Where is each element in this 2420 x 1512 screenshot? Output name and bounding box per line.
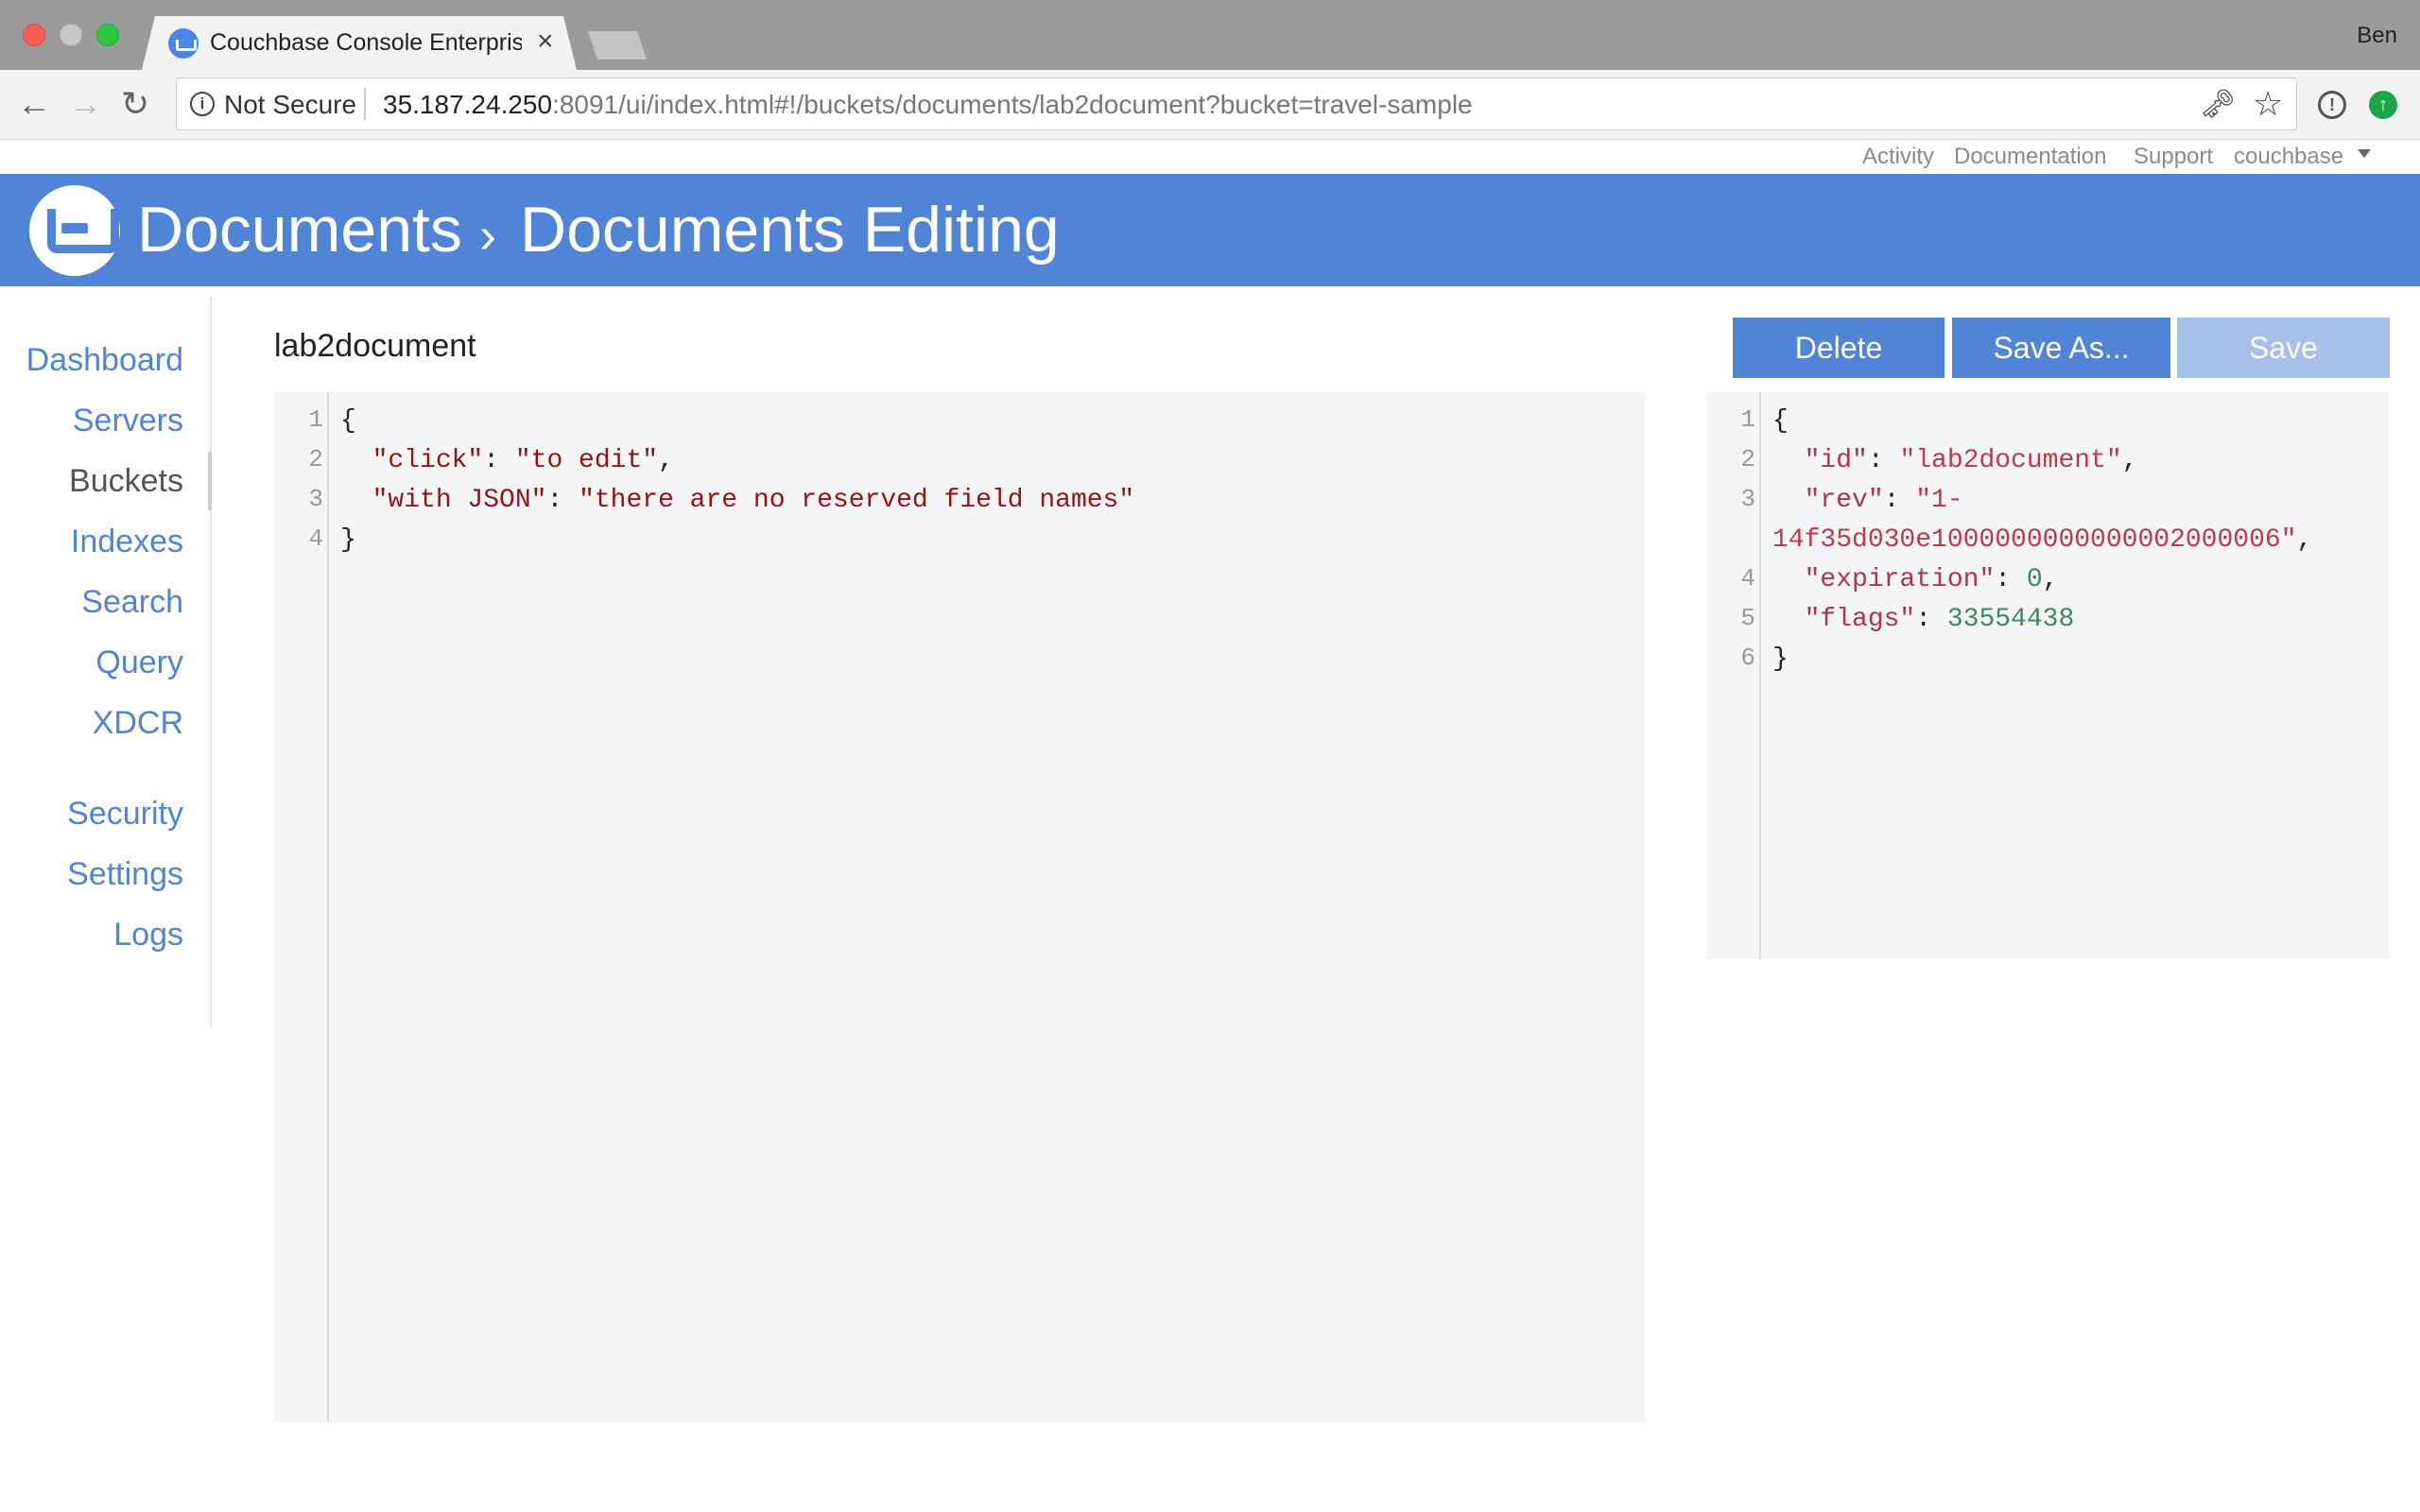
- json-key: "expiration": [1804, 565, 1996, 594]
- sidebar-item-settings[interactable]: Settings: [67, 856, 183, 893]
- code-line[interactable]: "rev": "1-: [1772, 481, 1963, 521]
- line-number: 6: [1740, 644, 1755, 672]
- documentation-link[interactable]: Documentation: [1954, 144, 2106, 170]
- address-divider: [364, 88, 366, 120]
- page-title[interactable]: Documents: [137, 193, 462, 266]
- json-brace: }: [340, 525, 356, 555]
- browser-tab[interactable]: Couchbase Console Enterprise Edition ×: [142, 16, 577, 70]
- key-icon[interactable]: 🗝: [2200, 88, 2236, 121]
- profile-name[interactable]: Ben: [2357, 23, 2397, 49]
- line-number: 4: [1740, 564, 1755, 593]
- document-metadata-viewer[interactable]: 1 2 3 4 5 6 { "id": "lab2document", "rev…: [1706, 392, 2389, 959]
- sidebar-item-indexes[interactable]: Indexes: [71, 524, 183, 560]
- code-line[interactable]: 14f35d030e1000000000000002000006",: [1772, 521, 2312, 560]
- json-value: "there are no reserved field names": [579, 486, 1135, 515]
- json-brace: {: [340, 406, 356, 436]
- page-subtitle: Documents Editing: [520, 194, 1060, 266]
- sidebar-item-logs[interactable]: Logs: [113, 917, 183, 954]
- url-path: :8091/ui/index.html#!/buckets/documents/…: [552, 90, 1473, 119]
- address-bar[interactable]: i Not Secure 35.187.24.250:8091/ui/index…: [176, 77, 2297, 130]
- json-number: 0: [2026, 565, 2043, 594]
- code-line[interactable]: {: [1772, 402, 1789, 441]
- line-number-gutter: 1 2 3 4 5 6: [1706, 392, 1761, 959]
- json-key: "id": [1804, 446, 1868, 475]
- line-number: 2: [308, 445, 323, 473]
- sidebar-item-security[interactable]: Security: [67, 796, 183, 833]
- code-line[interactable]: "with JSON": "there are no reserved fiel…: [340, 481, 1135, 521]
- sidebar-nav: Dashboard Servers Buckets Indexes Search…: [0, 297, 212, 1028]
- support-link[interactable]: Support: [2134, 144, 2213, 170]
- code-line[interactable]: "flags": 33554438: [1772, 600, 2075, 640]
- save-button[interactable]: Save: [2177, 318, 2390, 378]
- back-arrow-icon[interactable]: ←: [17, 85, 51, 123]
- json-number: 33554438: [1946, 605, 2075, 634]
- browser-titlebar: Couchbase Console Enterprise Edition × B…: [0, 0, 2420, 70]
- sidebar-item-dashboard[interactable]: Dashboard: [26, 342, 183, 379]
- line-number: 4: [308, 524, 323, 553]
- forward-arrow-icon[interactable]: →: [68, 85, 102, 123]
- save-as-button[interactable]: Save As...: [1952, 318, 2170, 378]
- line-number: 1: [308, 405, 323, 434]
- couchbase-favicon-icon: [168, 28, 199, 59]
- couchbase-logo-icon[interactable]: [29, 185, 120, 276]
- tab-title: Couchbase Console Enterprise Edition: [210, 29, 522, 56]
- star-icon[interactable]: ☆: [2253, 84, 2283, 124]
- sidebar-item-servers[interactable]: Servers: [73, 403, 183, 439]
- delete-button[interactable]: Delete: [1733, 318, 1945, 378]
- user-menu[interactable]: couchbase: [2234, 144, 2343, 170]
- line-number: 3: [1740, 485, 1755, 513]
- json-key: "flags": [1804, 605, 1916, 634]
- activity-link[interactable]: Activity: [1862, 144, 1934, 170]
- extension-icon[interactable]: !: [2318, 91, 2346, 119]
- update-icon[interactable]: ↑: [2369, 91, 2397, 119]
- security-label[interactable]: Not Secure: [224, 90, 356, 120]
- document-id-title: lab2document: [274, 328, 476, 364]
- minimize-window-button[interactable]: [60, 24, 82, 46]
- reload-icon[interactable]: ↻: [121, 85, 149, 123]
- code-line[interactable]: "id": "lab2document",: [1772, 441, 2138, 481]
- json-key: "click": [372, 446, 484, 475]
- line-number: 1: [1740, 405, 1755, 434]
- code-line[interactable]: "expiration": 0,: [1772, 560, 2059, 600]
- line-number: 2: [1740, 445, 1755, 473]
- sidebar-item-buckets[interactable]: Buckets: [69, 463, 183, 500]
- utility-bar: Activity Documentation Support couchbase: [0, 141, 2420, 174]
- json-value: "lab2document": [1899, 446, 2122, 475]
- url-host: 35.187.24.250: [383, 90, 553, 119]
- json-key: "with JSON": [372, 486, 547, 515]
- sidebar-active-indicator: [208, 452, 212, 510]
- code-line[interactable]: }: [340, 521, 356, 560]
- json-value: 14f35d030e1000000000000002000006": [1772, 525, 2297, 555]
- close-window-button[interactable]: [23, 24, 45, 46]
- json-key: "rev": [1804, 486, 1884, 515]
- page-header: Documents › Documents Editing: [0, 174, 2420, 286]
- new-tab-button[interactable]: [588, 31, 647, 60]
- url-text[interactable]: 35.187.24.250:8091/ui/index.html#!/bucke…: [383, 90, 1473, 120]
- user-menu-caret-icon[interactable]: [2358, 149, 2371, 158]
- sidebar-item-query[interactable]: Query: [95, 644, 183, 681]
- code-line[interactable]: }: [1772, 640, 1789, 679]
- json-value: "1-: [1915, 486, 1963, 515]
- tab-close-icon[interactable]: ×: [537, 26, 554, 58]
- document-json-editor[interactable]: 1 2 3 4 { "click": "to edit", "with JSON…: [274, 392, 1645, 1422]
- json-punct: ,: [658, 446, 674, 475]
- code-line[interactable]: "click": "to edit",: [340, 441, 674, 481]
- line-number-gutter: 1 2 3 4: [274, 392, 329, 1422]
- line-number: 3: [308, 485, 323, 513]
- json-brace: }: [1772, 644, 1789, 674]
- maximize-window-button[interactable]: [96, 24, 119, 46]
- breadcrumb-chevron-icon: ›: [479, 207, 496, 264]
- browser-toolbar: ← → ↻ i Not Secure 35.187.24.250:8091/ui…: [0, 70, 2420, 140]
- info-icon[interactable]: i: [190, 92, 215, 116]
- json-value: "to edit": [514, 446, 659, 475]
- line-number: 5: [1740, 604, 1755, 632]
- json-brace: {: [1772, 406, 1789, 436]
- sidebar-item-search[interactable]: Search: [81, 584, 183, 621]
- sidebar-item-xdcr[interactable]: XDCR: [93, 705, 183, 742]
- code-line[interactable]: {: [340, 402, 356, 441]
